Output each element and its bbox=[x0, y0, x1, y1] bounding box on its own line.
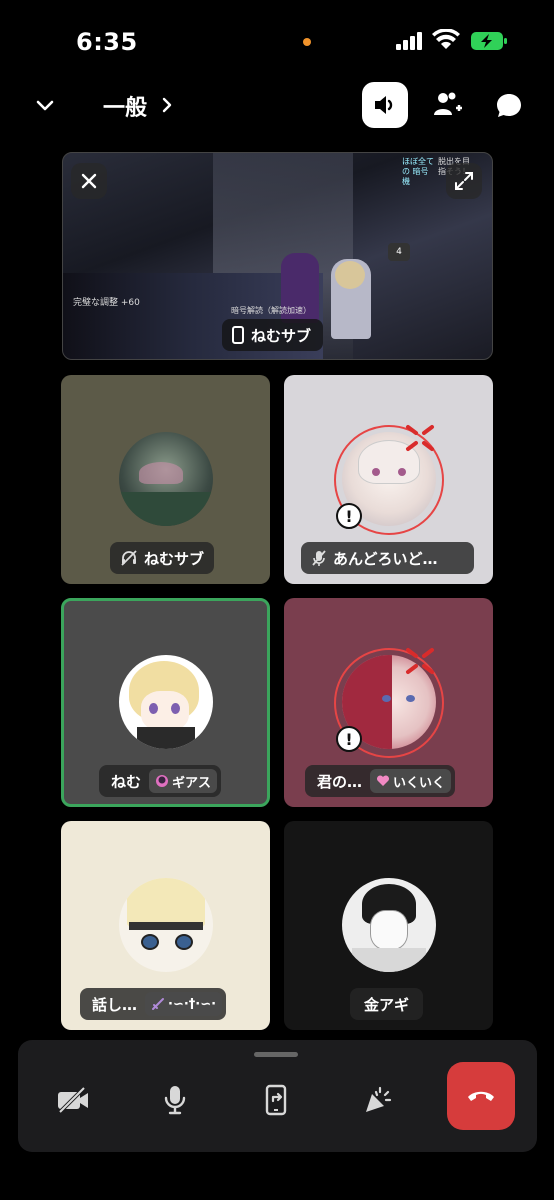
participant-name-pill: 話し… ·∽·†·∽· bbox=[80, 988, 227, 1020]
participant-name-pill: 金アギ bbox=[350, 988, 424, 1020]
status-bar: 6:35 bbox=[0, 0, 554, 80]
participant-tile[interactable]: ! あんどろいど… bbox=[284, 375, 493, 584]
server-tag: いくいく bbox=[370, 769, 452, 793]
server-tag: ·∽·†·∽· bbox=[145, 992, 223, 1016]
channel-name[interactable]: 一般 bbox=[103, 90, 147, 122]
stream-hud-bonus: 完璧な調整 +60 bbox=[73, 298, 140, 308]
camera-off-icon bbox=[58, 1086, 88, 1114]
muted-mic-icon bbox=[312, 550, 326, 566]
tag-badge-icon bbox=[156, 775, 169, 787]
fullscreen-button[interactable] bbox=[446, 163, 482, 199]
screen-share-icon bbox=[265, 1084, 287, 1116]
stream-character-head bbox=[335, 261, 365, 289]
stream-owner-label: ねむサブ bbox=[222, 319, 324, 351]
participant-tile[interactable]: ! 君の… いくいく bbox=[284, 598, 493, 807]
expand-icon bbox=[455, 172, 473, 190]
participant-tile-speaking[interactable]: ねむ ギアス bbox=[61, 598, 270, 807]
alert-icon: ! bbox=[336, 503, 362, 529]
soundboard-button[interactable] bbox=[346, 1068, 410, 1132]
cellular-signal-icon bbox=[396, 32, 424, 50]
participant-name: 君の… bbox=[317, 772, 363, 791]
stream-hud-badge: 4 bbox=[388, 243, 410, 261]
chat-bubble-icon[interactable] bbox=[494, 90, 524, 120]
soundboard-icon bbox=[366, 1086, 392, 1112]
stream-hud-objective: ほぼ全ての 暗号機 bbox=[402, 157, 434, 186]
avatar bbox=[119, 878, 213, 972]
avatar bbox=[119, 655, 213, 749]
microphone-icon bbox=[164, 1086, 186, 1115]
call-controls-bar bbox=[18, 1040, 537, 1152]
participant-name: あんどろいど… bbox=[333, 549, 438, 568]
anger-mark-icon bbox=[406, 648, 434, 674]
participant-name: 金アギ bbox=[364, 995, 410, 1014]
camera-toggle-button[interactable] bbox=[41, 1068, 105, 1132]
screen-share-button[interactable] bbox=[245, 1068, 309, 1132]
server-tag-label: いくいく bbox=[393, 775, 446, 791]
anger-mark-icon bbox=[406, 425, 434, 451]
server-tag-label: ギアス bbox=[172, 775, 212, 791]
participant-name-pill: 君の… いくいく bbox=[305, 765, 456, 797]
participant-tile[interactable]: 金アギ bbox=[284, 821, 493, 1030]
close-icon bbox=[81, 173, 97, 189]
wifi-icon bbox=[432, 29, 460, 49]
speaker-icon bbox=[375, 96, 393, 114]
participant-tile[interactable]: 話し… ·∽·†·∽· bbox=[61, 821, 270, 1030]
speaker-button[interactable] bbox=[362, 82, 408, 128]
participant-name: ねむ bbox=[111, 772, 142, 791]
deafened-icon bbox=[121, 550, 137, 566]
participant-name-pill: ねむサブ bbox=[110, 542, 215, 574]
sword-icon bbox=[152, 998, 165, 1010]
server-tag: ギアス bbox=[149, 769, 218, 793]
call-header: 一般 bbox=[0, 80, 554, 136]
stream-hud-status: 暗号解読（解読加速） bbox=[231, 306, 311, 315]
participant-name-pill: ねむ ギアス bbox=[99, 765, 222, 797]
heart-icon bbox=[377, 775, 390, 786]
avatar bbox=[342, 878, 436, 972]
microphone-button[interactable] bbox=[143, 1068, 207, 1132]
drawer-handle[interactable] bbox=[254, 1052, 298, 1057]
participant-name-pill: あんどろいど… bbox=[301, 542, 474, 574]
participant-name: ねむサブ bbox=[144, 549, 205, 568]
mobile-device-icon bbox=[232, 326, 244, 344]
close-stream-button[interactable] bbox=[71, 163, 107, 199]
avatar bbox=[119, 432, 213, 526]
end-call-button[interactable] bbox=[447, 1062, 515, 1130]
server-tag-label: ·∽·†·∽· bbox=[168, 996, 217, 1012]
participant-name: 話し… bbox=[92, 995, 138, 1014]
privacy-indicator-dot bbox=[303, 38, 311, 46]
participant-tile[interactable]: ねむサブ bbox=[61, 375, 270, 584]
status-time: 6:35 bbox=[76, 28, 138, 56]
alert-icon: ! bbox=[336, 726, 362, 752]
chevron-down-icon[interactable] bbox=[34, 94, 56, 116]
battery-charging-icon bbox=[471, 32, 507, 50]
add-person-icon[interactable] bbox=[432, 90, 462, 120]
stream-owner-name: ねむサブ bbox=[251, 326, 312, 345]
screen-share-stream[interactable]: 完璧な調整 +60 暗号解読（解読加速） ほぼ全ての 暗号機 脱出を目 指そう！… bbox=[62, 152, 493, 360]
chevron-right-icon[interactable] bbox=[160, 96, 174, 114]
end-call-icon bbox=[468, 1091, 494, 1101]
